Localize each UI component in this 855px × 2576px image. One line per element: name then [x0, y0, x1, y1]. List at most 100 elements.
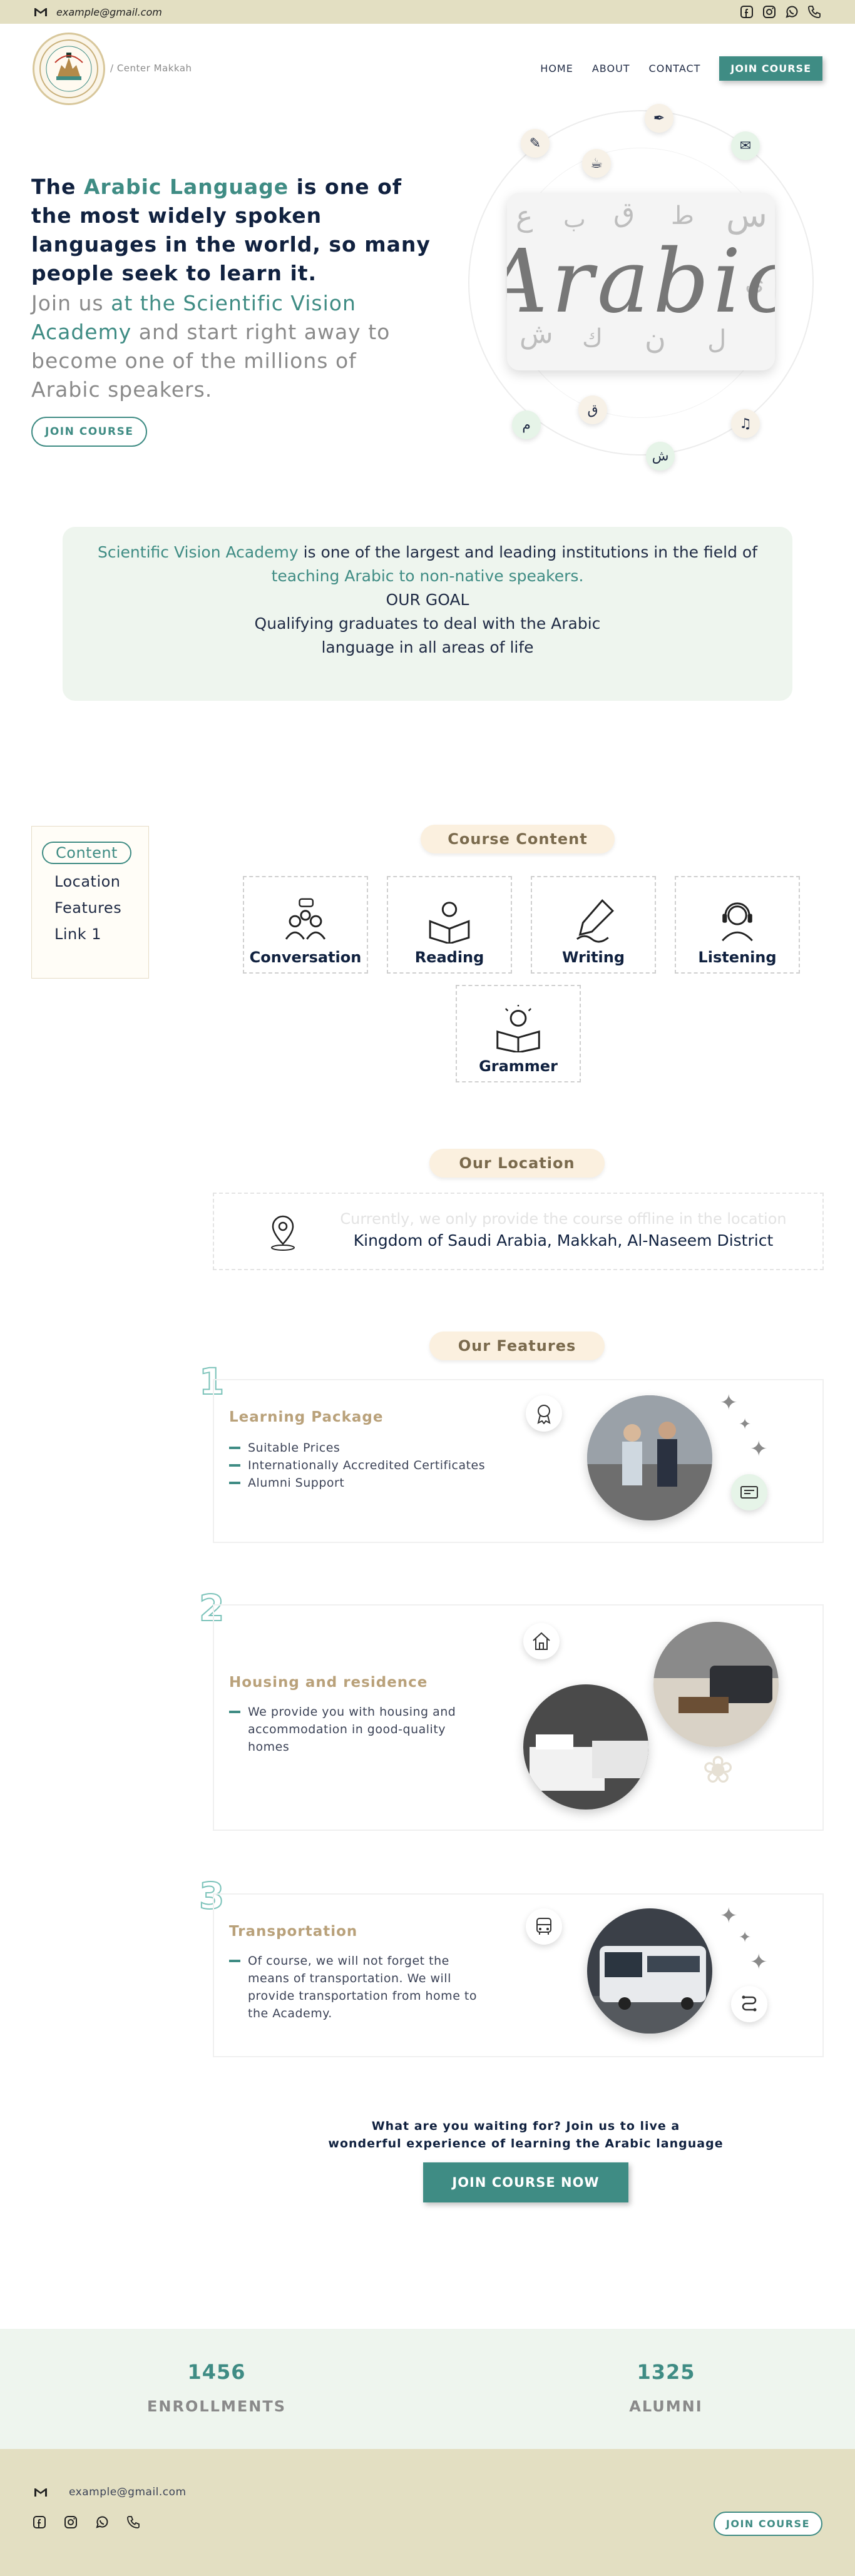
stat-label: ALUMNI [629, 2398, 703, 2415]
header: / Center Makkah HOME ABOUT CONTACT JOIN … [0, 24, 855, 118]
footer-email[interactable]: example@gmail.com [33, 2484, 187, 2500]
arabic-word: Arabic [507, 230, 775, 333]
course-item-label: Listening [698, 949, 777, 966]
certificate-badge-icon [526, 1395, 562, 1432]
book-icon: ☕ [582, 149, 611, 178]
course-item-label: Conversation [249, 949, 362, 966]
gmail-icon [33, 4, 49, 20]
sidebar-item-content[interactable]: Content [42, 842, 131, 864]
sparkle-icon: ✦ [750, 1950, 768, 1975]
stat-enrollments: 1456 ENROLLMENTS [135, 2360, 298, 2415]
cta-text: What are you waiting for? Join us to liv… [275, 2117, 776, 2152]
features-title: Our Features [429, 1331, 605, 1360]
mission-text-body: is one of the largest and leading instit… [298, 543, 757, 561]
facebook-icon[interactable] [739, 4, 755, 20]
course-item-listening[interactable]: Listening [675, 876, 800, 974]
reading-icon [429, 902, 470, 944]
arabic-image: ع ب ق ط س ش ك ن ل ي Arabic [507, 193, 775, 370]
letter-icon: ق [578, 395, 607, 424]
letter-icon: ش [646, 442, 675, 471]
feature-list: Suitable Prices Internationally Accredit… [229, 1439, 492, 1492]
phone-icon[interactable] [125, 2514, 141, 2530]
location-box: Currently, we only provide the course of… [213, 1193, 824, 1270]
top-bar: example@gmail.com [0, 0, 855, 24]
feature-point: Alumni Support [229, 1474, 492, 1492]
sparkle-icon: ✦ [720, 1903, 738, 1928]
academy-logo[interactable] [33, 33, 105, 105]
instagram-icon[interactable] [761, 4, 777, 20]
course-item-writing[interactable]: Writing [531, 876, 656, 974]
living-room-photo [653, 1622, 779, 1747]
hero-title-prefix: The [31, 175, 84, 199]
bus-photo [587, 1908, 712, 2034]
topbar-socials [739, 4, 822, 20]
hero-title: The Arabic Language is one of the most w… [31, 173, 432, 288]
writing-icon [576, 899, 614, 943]
feature-point: We provide you with housing and accommod… [229, 1703, 467, 1756]
glyph-decor: ب [563, 205, 586, 233]
house-icon [523, 1623, 560, 1659]
stat-value: 1325 [637, 2360, 695, 2384]
topbar-email-text: example@gmail.com [56, 6, 162, 18]
stat-alumni: 1325 ALUMNI [585, 2360, 747, 2415]
facebook-icon[interactable] [31, 2514, 48, 2530]
feature-card-transportation: Transportation Of course, we will not fo… [213, 1893, 824, 2057]
hero-illustration: ع ب ق ط س ش ك ن ل ي Arabic ✎ ☕ ✒ ✉ م ق ش… [468, 104, 814, 471]
footer-email-text: example@gmail.com [69, 2486, 187, 2498]
goal-title: OUR GOAL [386, 591, 469, 609]
course-content-title: Course Content [421, 825, 615, 853]
course-item-conversation[interactable]: Conversation [243, 876, 368, 974]
whatsapp-icon[interactable] [784, 4, 800, 20]
mission-panel: Scientific Vision Academy is one of the … [63, 527, 792, 701]
gmail-icon [33, 2484, 49, 2500]
glyph-decor: س [726, 195, 767, 235]
nav-about[interactable]: ABOUT [592, 63, 630, 74]
mission-accent-teaching: teaching Arabic to non-native speakers. [271, 567, 584, 585]
letter-icon: م [512, 410, 541, 439]
sidebar-item-location[interactable]: Location [54, 873, 138, 890]
join-course-now-button[interactable]: JOIN COURSE NOW [423, 2162, 628, 2202]
instagram-icon[interactable] [63, 2514, 79, 2530]
feature-point: Suitable Prices [229, 1439, 492, 1457]
pen-icon: ✒ [645, 104, 673, 133]
stat-label: ENROLLMENTS [147, 2398, 286, 2415]
route-icon [731, 1986, 767, 2022]
mission-accent-academy: Scientific Vision Academy [97, 543, 299, 561]
header-join-button[interactable]: JOIN COURSE [719, 56, 822, 81]
student-icon: ✎ [521, 129, 550, 158]
main-nav: HOME ABOUT CONTACT JOIN COURSE [540, 56, 822, 81]
hero-join-button[interactable]: JOIN COURSE [31, 417, 148, 447]
mission-text: Scientific Vision Academy is one of the … [63, 541, 792, 588]
phone-icon[interactable] [806, 4, 822, 20]
section-sidebar: Content Location Features Link 1 [31, 826, 149, 979]
course-item-reading[interactable]: Reading [387, 876, 512, 974]
grammar-book-icon [496, 1005, 540, 1052]
hero-text: The Arabic Language is one of the most w… [31, 173, 432, 404]
footer-join-button[interactable]: JOIN COURSE [713, 2512, 822, 2536]
goal-text: Qualifying graduates to deal with the Ar… [254, 614, 601, 656]
students-photo [587, 1395, 712, 1520]
cta-line-2: wonderful experience of learning the Ara… [328, 2137, 724, 2151]
course-item-label: Grammer [479, 1057, 558, 1075]
feature-point: Internationally Accredited Certificates [229, 1457, 492, 1474]
conversation-icon [285, 898, 326, 940]
listening-icon [722, 902, 753, 942]
nav-contact[interactable]: CONTACT [649, 63, 701, 74]
map-pin-icon [271, 1215, 295, 1251]
bus-icon [526, 1908, 562, 1945]
sparkle-icon: ✦ [750, 1437, 768, 1462]
cta-line-1: What are you waiting for? Join us to liv… [371, 2119, 680, 2133]
feature-list: Of course, we will not forget the means … [229, 1952, 492, 2022]
page: example@gmail.com / Center Makkah HOME A… [0, 0, 855, 2576]
sidebar-item-features[interactable]: Features [54, 899, 138, 917]
location-note: Currently, we only provide the course of… [340, 1210, 787, 1228]
breadcrumb: / Center Makkah [110, 63, 192, 74]
topbar-email[interactable]: example@gmail.com [33, 4, 162, 20]
sparkle-icon: ✦ [739, 1415, 752, 1433]
footer-socials [31, 2514, 141, 2530]
glyph-decor: ع [516, 199, 533, 233]
nav-home[interactable]: HOME [540, 63, 573, 74]
course-item-grammer[interactable]: Grammer [456, 985, 581, 1082]
sidebar-item-link-1[interactable]: Link 1 [54, 925, 138, 943]
whatsapp-icon[interactable] [94, 2514, 110, 2530]
